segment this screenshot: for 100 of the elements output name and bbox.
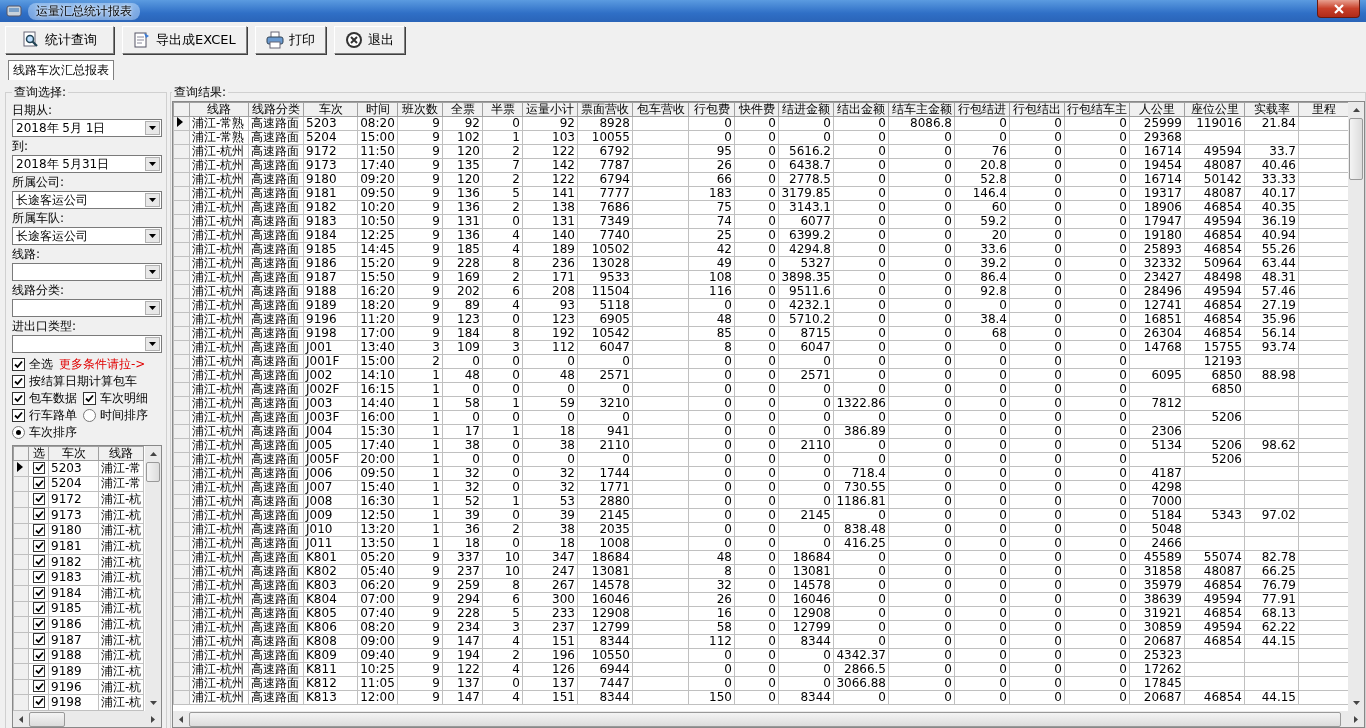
dropdown-field[interactable]: 长途客运公司	[12, 227, 162, 245]
table-cell: J001	[303, 340, 358, 355]
table-cell: 0	[954, 368, 1010, 383]
toolbar-button[interactable]: 打印	[254, 26, 326, 54]
checkbox[interactable]	[33, 617, 45, 630]
table-cell: 20687	[1129, 690, 1185, 705]
column-header[interactable]: 行包结出	[1009, 102, 1065, 117]
column-header[interactable]: 运量小计	[522, 102, 578, 117]
table-cell: 浦江-常	[98, 460, 144, 477]
table-cell: 20687	[1129, 634, 1185, 649]
table-cell: 0	[888, 158, 955, 173]
checkbox[interactable]	[12, 408, 25, 422]
table-cell: 9181	[303, 186, 358, 201]
checkbox[interactable]	[33, 649, 45, 662]
checkbox[interactable]	[33, 695, 45, 708]
table-cell: 1	[397, 410, 443, 425]
more-conditions-link[interactable]: 更多条件请拉->	[59, 355, 146, 373]
table-cell: 0	[1064, 200, 1130, 215]
checkbox[interactable]	[12, 391, 25, 405]
column-header[interactable]: 行包结进	[954, 102, 1010, 117]
vertical-scrollbar[interactable]	[1348, 102, 1364, 711]
column-header[interactable]: 线路	[189, 102, 249, 117]
tab[interactable]: 线路车次汇总报表	[8, 60, 114, 80]
table-cell: 浦江-杭州	[189, 172, 249, 187]
table-cell: 13:40	[357, 340, 398, 355]
scroll-thumb[interactable]	[1349, 118, 1363, 180]
column-header[interactable]: 结车主金额	[888, 102, 955, 117]
table-cell: 0	[954, 550, 1010, 565]
table-cell: 76	[954, 144, 1010, 159]
column-header[interactable]: 里程	[1298, 102, 1348, 117]
table-cell: 12908	[778, 606, 834, 621]
checkbox[interactable]	[33, 555, 45, 568]
column-header[interactable]: 座位公里	[1184, 102, 1245, 117]
column-header[interactable]: 全票	[442, 102, 483, 117]
column-header[interactable]: 包车营收	[632, 102, 689, 117]
column-header[interactable]: 快件费	[734, 102, 779, 117]
table-cell: 5204	[48, 476, 99, 492]
vertical-scrollbar[interactable]	[145, 446, 161, 711]
panel-title: 查询选择:	[13, 84, 68, 101]
scroll-thumb[interactable]	[146, 462, 160, 482]
table-cell: 浦江-杭州	[189, 634, 249, 649]
checkbox[interactable]	[83, 391, 96, 405]
table-cell: 高速路面	[248, 396, 304, 411]
horizontal-scrollbar[interactable]	[13, 711, 161, 727]
checkbox[interactable]	[33, 539, 45, 552]
checkbox[interactable]	[33, 508, 45, 521]
table-cell: 0	[482, 354, 523, 369]
toolbar-button[interactable]: 退出	[333, 26, 405, 54]
column-header[interactable]: 人公里	[1129, 102, 1185, 117]
table-cell: 16046	[778, 592, 834, 607]
dropdown-field[interactable]: 2018年 5月 1日	[12, 119, 162, 137]
column-header[interactable]: 时间	[357, 102, 398, 117]
checkbox[interactable]	[33, 586, 45, 599]
column-header[interactable]: 半票	[482, 102, 523, 117]
dropdown-field[interactable]: 2018年 5月31日	[12, 155, 162, 173]
radio-button[interactable]	[83, 408, 96, 422]
column-header[interactable]: 班次数	[397, 102, 443, 117]
table-cell: 44.15	[1244, 634, 1299, 649]
table-cell: 18906	[1129, 200, 1185, 215]
table-cell: 9188	[48, 648, 99, 664]
table-cell: 浦江-杭州	[189, 452, 249, 467]
table-cell: 42	[688, 242, 735, 257]
checkbox[interactable]	[33, 602, 45, 615]
column-header[interactable]: 行包结车主	[1064, 102, 1130, 117]
column-header[interactable]: 行包费	[688, 102, 735, 117]
radio-button[interactable]	[12, 425, 25, 439]
checkbox[interactable]	[33, 664, 45, 677]
checkbox[interactable]	[33, 570, 45, 583]
table-cell: 21.84	[1244, 116, 1299, 131]
table-cell: 0	[833, 214, 889, 229]
checkbox[interactable]	[12, 374, 25, 388]
scroll-thumb[interactable]	[29, 711, 65, 727]
column-header[interactable]: 线路	[98, 446, 144, 461]
dropdown-field[interactable]	[12, 335, 162, 353]
toolbar-button[interactable]: 导出成EXCEL	[122, 26, 247, 54]
table-cell: 高速路面	[248, 466, 304, 481]
dropdown-field[interactable]	[12, 299, 162, 317]
column-header[interactable]: 选	[28, 446, 49, 461]
checkbox[interactable]	[33, 633, 45, 646]
checkbox[interactable]	[33, 524, 45, 537]
dropdown-field[interactable]: 长途客运公司	[12, 191, 162, 209]
table-cell: 112	[522, 340, 578, 355]
toolbar-button[interactable]: 统计查询	[5, 26, 114, 54]
checkbox[interactable]	[33, 680, 45, 693]
column-header[interactable]: 实载率	[1244, 102, 1299, 117]
column-header[interactable]: 车次	[48, 446, 99, 461]
close-button[interactable]	[1317, 0, 1360, 18]
checkbox[interactable]	[33, 477, 45, 490]
column-header[interactable]: 票面营收	[577, 102, 633, 117]
checkbox[interactable]	[33, 492, 45, 505]
checkbox[interactable]	[12, 357, 25, 371]
column-header[interactable]: 结进金额	[778, 102, 834, 117]
column-header[interactable]: 线路分类	[248, 102, 304, 117]
checkbox[interactable]	[33, 461, 45, 474]
table-cell: 0	[954, 606, 1010, 621]
table-cell: 1	[482, 494, 523, 509]
column-header[interactable]: 车次	[303, 102, 358, 117]
column-header[interactable]: 结出金额	[833, 102, 889, 117]
dropdown-field[interactable]	[12, 263, 162, 281]
table-cell: 0	[577, 354, 633, 369]
